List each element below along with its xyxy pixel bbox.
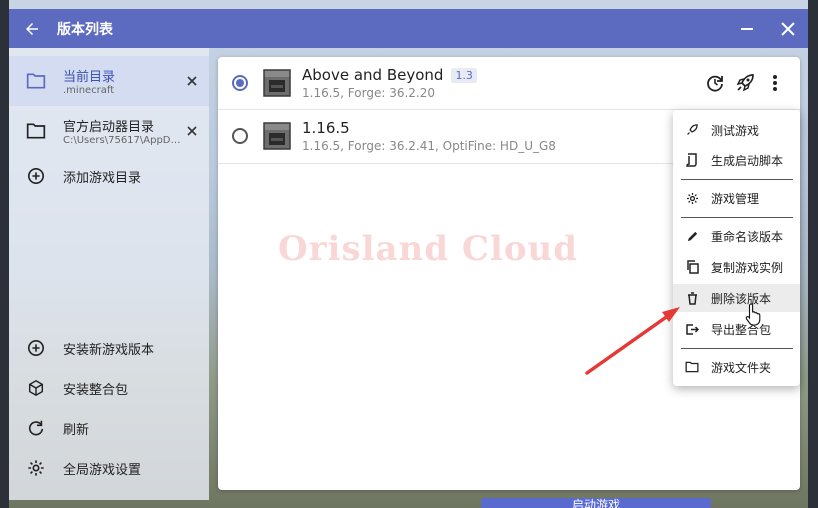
menu-item-label: 测试游戏 bbox=[711, 123, 760, 138]
folder-icon bbox=[26, 123, 46, 139]
hand-cursor-icon bbox=[745, 303, 761, 326]
back-button[interactable] bbox=[9, 9, 55, 48]
menu-item-game-folder[interactable]: 游戏文件夹 bbox=[673, 353, 800, 381]
add-circle-icon bbox=[27, 167, 45, 185]
sidebar-item-sub: .minecraft bbox=[63, 85, 115, 96]
furnace-block-icon bbox=[263, 69, 291, 97]
sidebar-item-global-settings[interactable]: 全局游戏设置 bbox=[9, 450, 209, 486]
version-radio-selected[interactable] bbox=[232, 75, 248, 91]
close-window-button[interactable] bbox=[767, 9, 808, 48]
launch-button[interactable] bbox=[730, 68, 760, 98]
export-icon bbox=[686, 323, 699, 335]
sidebar-item-official-dir[interactable]: 官方启动器目录 C:\Users\75617\AppData\Roaming\.… bbox=[9, 108, 209, 154]
menu-item-duplicate[interactable]: 复制游戏实例 bbox=[673, 253, 800, 281]
sidebar-item-install-modpack[interactable]: 安装整合包 bbox=[9, 370, 209, 406]
context-menu: 测试游戏 生成启动脚本 游戏管理 重命名该版本 复制游戏实例 删除该版本 导出整… bbox=[673, 110, 800, 386]
version-name: Above and Beyond bbox=[302, 66, 444, 84]
version-detail: 1.16.5, Forge: 36.2.20 bbox=[302, 86, 435, 100]
close-icon bbox=[187, 126, 197, 136]
menu-item-rename[interactable]: 重命名该版本 bbox=[673, 222, 800, 250]
upgrade-button[interactable] bbox=[700, 68, 730, 98]
sidebar-item-label: 全局游戏设置 bbox=[63, 462, 142, 478]
minimize-icon bbox=[740, 27, 753, 30]
script-icon bbox=[686, 153, 697, 167]
background-window-edge-right bbox=[808, 0, 818, 508]
version-detail: 1.16.5, Forge: 36.2.41, OptiFine: HD_U_G… bbox=[302, 139, 556, 153]
refresh-icon bbox=[28, 420, 44, 436]
rocket-icon bbox=[736, 74, 754, 92]
menu-separator bbox=[681, 217, 793, 218]
close-icon bbox=[780, 21, 795, 36]
menu-item-game-manage[interactable]: 游戏管理 bbox=[673, 184, 800, 212]
window-title: 版本列表 bbox=[57, 21, 113, 38]
version-radio[interactable] bbox=[232, 128, 248, 144]
menu-item-delete[interactable]: 删除该版本 bbox=[673, 284, 800, 312]
trash-icon bbox=[687, 291, 697, 305]
menu-separator bbox=[681, 179, 793, 180]
folder-icon bbox=[685, 361, 699, 373]
menu-item-test-game[interactable]: 测试游戏 bbox=[673, 116, 800, 144]
minimize-button[interactable] bbox=[726, 9, 767, 48]
version-row[interactable]: Above and Beyond 1.3 1.16.5, Forge: 36.2.… bbox=[218, 57, 800, 109]
gear-icon bbox=[686, 192, 698, 204]
update-icon bbox=[707, 75, 723, 92]
background-launch-button: 启动游戏 bbox=[481, 498, 711, 508]
menu-item-label: 游戏管理 bbox=[711, 191, 760, 206]
menu-item-generate-script[interactable]: 生成启动脚本 bbox=[673, 146, 800, 174]
sidebar-item-label: 安装新游戏版本 bbox=[63, 342, 155, 358]
more-vertical-icon bbox=[773, 75, 777, 91]
copy-icon bbox=[686, 260, 699, 274]
sidebar-item-label: 安装整合包 bbox=[63, 382, 129, 398]
title-bar: 版本列表 bbox=[9, 9, 808, 48]
background-window-edge bbox=[0, 0, 9, 508]
menu-item-label: 游戏文件夹 bbox=[711, 360, 772, 375]
package-icon bbox=[28, 379, 44, 397]
sidebar-item-sub: C:\Users\75617\AppData\Roaming\.minecraf… bbox=[63, 135, 181, 146]
menu-item-export-modpack[interactable]: 导出整合包 bbox=[673, 315, 800, 343]
menu-item-label: 生成启动脚本 bbox=[711, 153, 784, 168]
menu-item-label: 复制游戏实例 bbox=[711, 260, 784, 275]
sidebar-item-label: 当前目录 bbox=[63, 70, 116, 85]
watermark: Orisland Cloud bbox=[278, 229, 579, 269]
version-badge: 1.3 bbox=[451, 67, 477, 83]
furnace-block-icon bbox=[263, 122, 291, 150]
sidebar-item-label: 官方启动器目录 bbox=[63, 120, 155, 135]
menu-separator bbox=[681, 348, 793, 349]
sidebar-item-refresh[interactable]: 刷新 bbox=[9, 410, 209, 446]
arrow-left-icon bbox=[26, 22, 38, 35]
pencil-icon bbox=[687, 231, 697, 241]
version-name: 1.16.5 bbox=[302, 119, 350, 137]
folder-icon bbox=[26, 73, 46, 89]
sidebar-item-label: 刷新 bbox=[63, 422, 90, 438]
sidebar-item-current-dir[interactable]: 当前目录 .minecraft bbox=[9, 56, 209, 106]
sidebar-item-add-dir[interactable]: 添加游戏目录 bbox=[9, 158, 209, 194]
more-options-button[interactable] bbox=[760, 68, 790, 98]
sidebar-item-label: 添加游戏目录 bbox=[63, 170, 142, 186]
add-circle-icon bbox=[27, 339, 45, 357]
gear-icon bbox=[28, 460, 44, 476]
close-icon bbox=[187, 76, 197, 86]
remove-dir-button[interactable] bbox=[181, 76, 203, 86]
remove-dir-button[interactable] bbox=[181, 126, 203, 136]
sidebar-item-install-version[interactable]: 安装新游戏版本 bbox=[9, 330, 209, 366]
sidebar: 当前目录 .minecraft 官方启动器目录 C:\Users\75617\A… bbox=[9, 48, 209, 500]
menu-item-label: 重命名该版本 bbox=[711, 229, 784, 244]
rocket-icon bbox=[687, 124, 698, 135]
